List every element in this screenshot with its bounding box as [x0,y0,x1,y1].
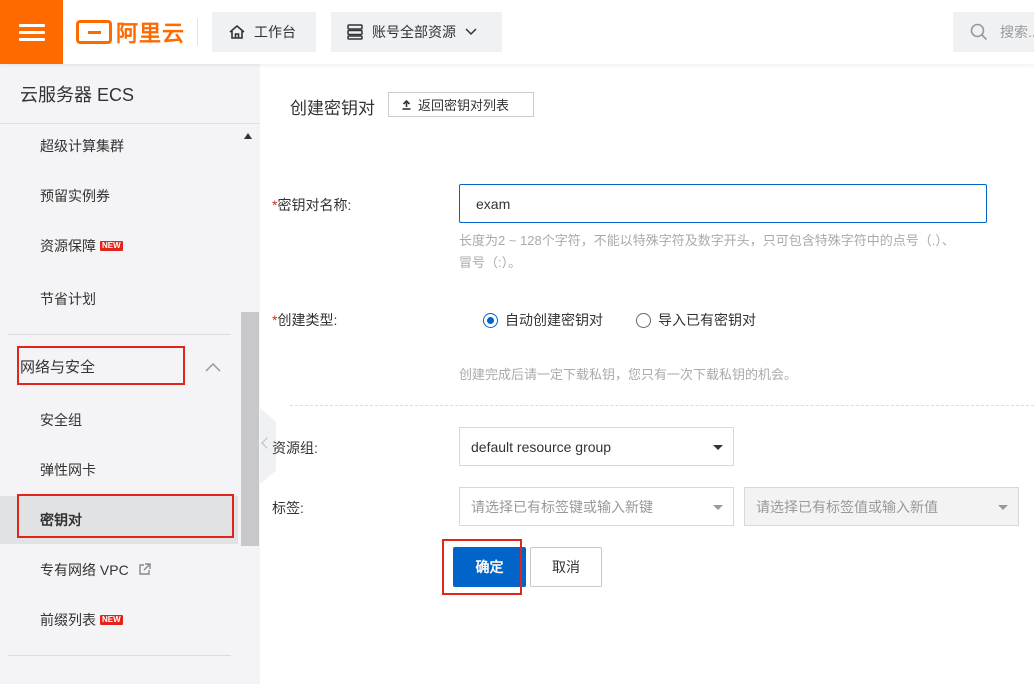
top-navigation-bar: 阿里云 工作台 账号全部资源 搜索... [0,0,1034,64]
scroll-up-arrow-icon[interactable] [244,133,252,139]
workbench-label: 工作台 [254,24,296,40]
new-badge: NEW [100,615,123,625]
workbench-button[interactable]: 工作台 [212,12,316,52]
sidebar: 云服务器 ECS 超级计算集群 预留实例券 资源保障 NEW 节省计划 网络与安全… [0,64,260,684]
sidebar-item-reserved-instances[interactable]: 预留实例券 [0,172,238,220]
sidebar-item-super-computing-cluster[interactable]: 超级计算集群 [0,122,238,170]
creation-type-label: *创建类型: [272,310,337,330]
account-scope-dropdown[interactable]: 账号全部资源 [331,12,502,52]
sidebar-item-label: 节省计划 [40,291,96,307]
sidebar-item-vpc[interactable]: 专有网络 VPC [0,546,238,594]
sidebar-item-elastic-nic[interactable]: 弹性网卡 [0,446,238,494]
sidebar-item-label: 密钥对 [40,512,82,528]
chevron-up-icon [205,342,221,394]
sidebar-group-label: 网络与安全 [20,359,96,376]
dropdown-arrow-icon [998,505,1008,510]
radio-import-existing-label: 导入已有密钥对 [658,312,756,328]
sidebar-item-resource-assurance[interactable]: 资源保障 NEW [0,222,238,270]
sidebar-divider [8,655,231,656]
key-pair-name-label-text: 密钥对名称: [277,197,352,213]
sidebar-item-label: 专有网络 VPC [40,562,129,578]
sidebar-item-label: 超级计算集群 [40,138,124,154]
hamburger-menu-icon[interactable] [0,0,63,64]
creation-type-help: 创建完成后请一定下载私钥，您只有一次下载私钥的机会。 [459,367,798,382]
tag-value-select[interactable]: 请选择已有标签值或输入新值 [744,487,1019,526]
sidebar-item-prefix-list[interactable]: 前缀列表 NEW [0,596,238,644]
account-scope-label: 账号全部资源 [372,24,456,40]
back-button-label: 返回密钥对列表 [418,98,510,113]
sidebar-item-label: 前缀列表 [40,612,96,628]
external-link-icon [138,563,151,575]
radio-import-existing[interactable]: 导入已有密钥对 [636,310,756,330]
sidebar-title: 云服务器 ECS [0,64,260,124]
key-pair-name-help-line1: 长度为2 ~ 128个字符，不能以特殊字符及数字开头，只可包含特殊字符中的点号（… [459,233,955,248]
back-to-key-pair-list-button[interactable]: 返回密钥对列表 [388,92,534,117]
resource-group-value: default resource group [471,438,612,455]
tags-label: 标签: [272,500,304,516]
sidebar-item-label: 安全组 [40,412,82,428]
sidebar-item-key-pairs[interactable]: 密钥对 [0,496,238,544]
page-title: 创建密钥对 [290,99,375,118]
sidebar-divider [8,334,231,335]
dropdown-arrow-icon [713,445,723,450]
dropdown-arrow-icon [713,505,723,510]
sidebar-item-label: 资源保障 [40,238,96,254]
aliyun-logo[interactable]: 阿里云 [76,19,186,46]
resource-group-label: 资源组: [272,440,318,456]
sidebar-item-savings-plan[interactable]: 节省计划 [0,275,238,323]
confirm-button[interactable]: 确定 [453,547,526,587]
tag-key-select[interactable]: 请选择已有标签键或输入新键 [459,487,734,526]
topbar-divider [197,18,198,46]
radio-auto-create[interactable]: 自动创建密钥对 [483,310,603,330]
search-icon [970,23,988,41]
form-section-divider [290,405,1034,406]
search-placeholder: 搜索... [1000,24,1034,40]
create-key-pair-form: 创建密钥对 返回密钥对列表 *密钥对名称: 长度为2 ~ 128个字符，不能以特… [260,64,1034,684]
upload-arrow-icon [402,99,411,110]
cancel-button[interactable]: 取消 [530,547,602,587]
radio-unselected-icon [636,312,651,328]
new-badge: NEW [100,241,123,251]
sidebar-group-network-security[interactable]: 网络与安全 [0,342,238,394]
sidebar-scrollbar-thumb[interactable] [241,312,259,546]
radio-selected-icon [483,312,498,328]
aliyun-logo-mark-icon [76,20,112,44]
radio-auto-create-label: 自动创建密钥对 [505,312,603,328]
chevron-down-icon [465,28,477,36]
tag-key-placeholder: 请选择已有标签键或输入新键 [471,498,653,515]
sidebar-item-security-group[interactable]: 安全组 [0,396,238,444]
sidebar-item-label: 弹性网卡 [40,462,96,478]
key-pair-name-help-line2: 冒号（:）。 [459,255,522,270]
tag-value-placeholder: 请选择已有标签值或输入新值 [756,498,938,515]
key-pair-name-label: *密钥对名称: [272,195,351,215]
aliyun-logo-text: 阿里云 [116,21,186,46]
resource-group-select[interactable]: default resource group [459,427,734,466]
key-pair-name-input[interactable] [459,184,987,223]
home-icon [229,24,245,39]
sidebar-item-label: 预留实例券 [40,188,110,204]
creation-type-label-text: 创建类型: [277,312,338,328]
global-search-box[interactable]: 搜索... [953,12,1034,52]
resource-stack-icon [347,24,363,40]
